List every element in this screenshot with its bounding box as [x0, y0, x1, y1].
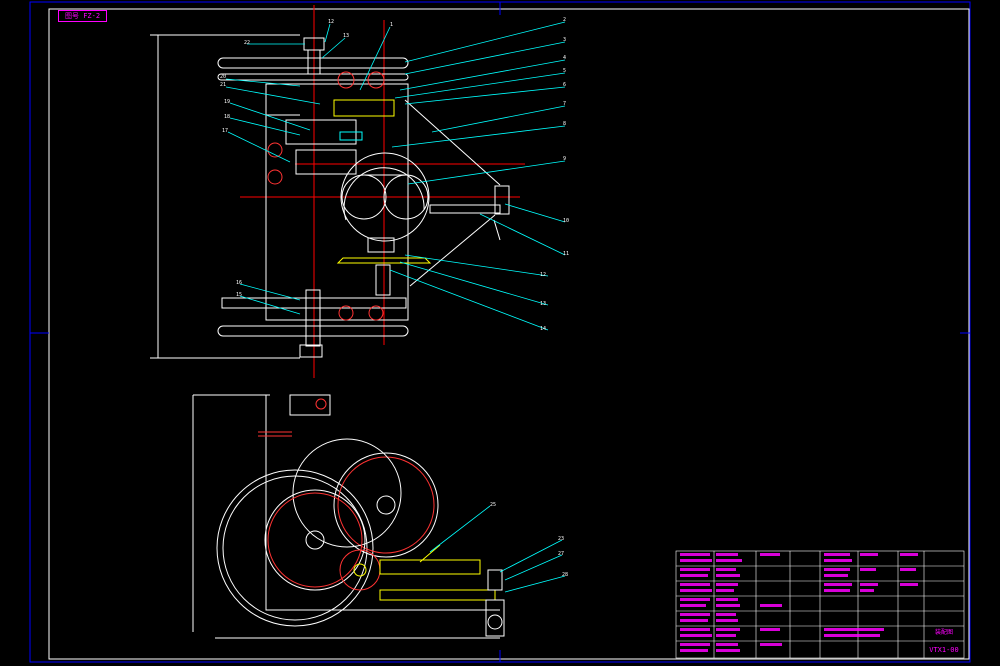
gear-small [339, 549, 381, 591]
bottom-handle-bar [217, 325, 409, 337]
callout-9: 9 [563, 156, 566, 162]
side-view-leaders [429, 505, 566, 593]
callout-23: 23 [558, 536, 564, 542]
title-block-text-marks [680, 553, 918, 652]
callout-16: 16 [236, 280, 242, 286]
outer-frame [29, 1, 971, 663]
callout-20: 20 [220, 74, 226, 80]
callout-22: 22 [244, 40, 250, 46]
gear-upper [333, 452, 439, 558]
callout-1: 1 [390, 22, 393, 28]
callout-4: 4 [563, 55, 566, 61]
top-handle-bar [217, 57, 409, 69]
callout-19: 19 [224, 99, 230, 105]
callout-7: 7 [563, 101, 566, 107]
callout-2: 2 [563, 17, 566, 23]
side-view [192, 394, 505, 639]
callout-18: 18 [224, 114, 230, 120]
side-view-callout-labels: 25 23 27 28 [490, 502, 568, 578]
callout-25: 25 [490, 502, 496, 508]
callout-12: 12 [540, 272, 546, 278]
callout-13: 13 [540, 301, 546, 307]
callout-8: 8 [563, 121, 566, 127]
callout-11: 11 [563, 251, 569, 257]
callout-17: 17 [222, 128, 228, 134]
callout-5: 5 [563, 68, 566, 74]
cad-drawing: 22 20 21 19 18 17 12 13 1 2 3 4 5 6 7 8 … [29, 1, 971, 663]
callout-6: 6 [563, 82, 566, 88]
main-frame [265, 83, 409, 321]
large-wheel [216, 469, 374, 627]
callout-27: 27 [558, 551, 564, 557]
callout-28: 28 [562, 572, 568, 578]
callout-10: 10 [563, 218, 569, 224]
callout-14: 14 [540, 326, 546, 332]
callout-12-top: 12 [328, 19, 334, 25]
callout-21: 21 [220, 82, 226, 88]
callout-15: 15 [236, 292, 242, 298]
callout-3: 3 [563, 37, 566, 43]
callout-13-top: 13 [343, 33, 349, 39]
gear-left [264, 489, 366, 591]
